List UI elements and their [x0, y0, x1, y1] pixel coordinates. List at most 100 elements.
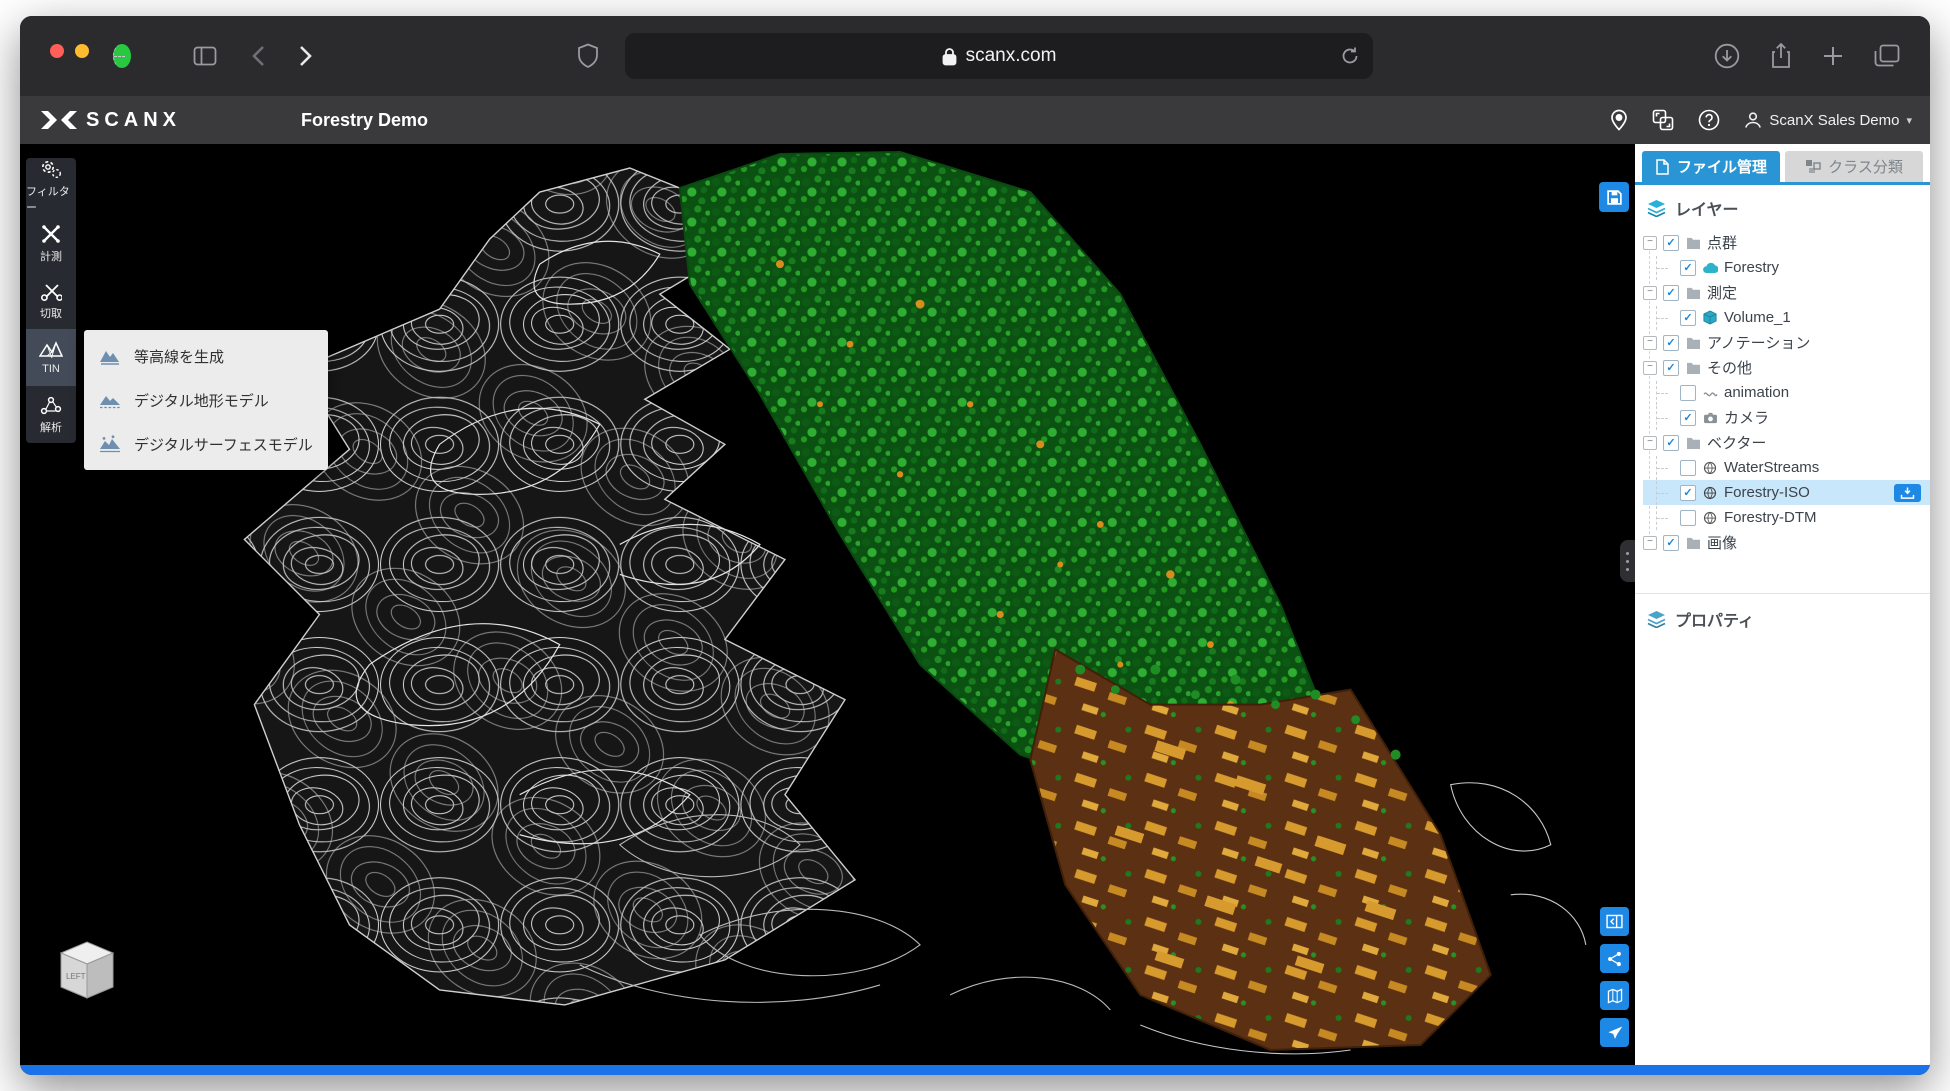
layer-checkbox[interactable] [1663, 335, 1679, 351]
layer-group-row[interactable]: − ベクター [1643, 430, 1930, 455]
menu-item-dtm[interactable]: デジタル地形モデル [84, 378, 328, 422]
menu-item-label: デジタル地形モデル [134, 390, 269, 411]
layer-label: Forestry [1724, 259, 1779, 276]
zoom-window-button[interactable] [113, 44, 131, 68]
map-button[interactable] [1600, 981, 1629, 1010]
3d-viewport[interactable]: フィルター 計測 切取 [20, 144, 1635, 1065]
fit-extent-button[interactable] [1600, 907, 1629, 936]
user-menu[interactable]: ScanX Sales Demo ▾ [1744, 111, 1912, 129]
layer-checkbox[interactable] [1680, 385, 1696, 401]
layers-section-header[interactable]: レイヤー [1635, 185, 1930, 228]
layer-checkbox[interactable] [1680, 510, 1696, 526]
minimize-window-button[interactable] [75, 44, 89, 58]
collapse-icon[interactable]: − [1643, 236, 1657, 250]
tree-connector [1656, 256, 1674, 280]
share-button[interactable] [1600, 944, 1629, 973]
folder-icon [1685, 336, 1701, 349]
sidebar-toggle-icon[interactable] [193, 46, 217, 66]
layer-checkbox[interactable] [1663, 235, 1679, 251]
analysis-icon [40, 395, 62, 415]
layer-group-row[interactable]: − 測定 [1643, 280, 1930, 305]
pointcloud-icon [1702, 262, 1718, 274]
layer-checkbox[interactable] [1680, 310, 1696, 326]
collapse-icon[interactable]: − [1643, 286, 1657, 300]
collapse-icon[interactable]: − [1643, 361, 1657, 375]
help-icon[interactable] [1698, 109, 1720, 131]
share-page-icon[interactable] [1770, 43, 1792, 69]
scanx-logo: SCANX [40, 108, 181, 132]
point-cloud-canvas[interactable] [20, 144, 1635, 1065]
animation-icon [1702, 387, 1718, 398]
layer-row[interactable]: WaterStreams [1643, 455, 1930, 480]
layer-row[interactable]: カメラ [1643, 405, 1930, 430]
layer-checkbox[interactable] [1680, 485, 1696, 501]
layer-group-row[interactable]: − その他 [1643, 355, 1930, 380]
menu-item-generate-contours[interactable]: 等高線を生成 [84, 334, 328, 378]
layer-checkbox[interactable] [1663, 535, 1679, 551]
back-button[interactable] [251, 45, 265, 67]
folder-icon [1685, 286, 1701, 299]
properties-icon [1647, 610, 1666, 628]
address-bar[interactable]: scanx.com [625, 33, 1373, 79]
layer-row[interactable]: Volume_1 [1643, 305, 1930, 330]
privacy-shield-icon[interactable] [577, 43, 599, 69]
layer-label: Forestry-DTM [1724, 509, 1817, 526]
tin-flyout-menu: 等高線を生成 デジタル地形モデル デジタルサーフェスモデル [84, 330, 328, 470]
reload-icon[interactable] [1340, 46, 1360, 66]
tree-connector [1656, 456, 1674, 480]
collapse-icon[interactable]: − [1643, 336, 1657, 350]
share-nodes-icon [1607, 951, 1622, 967]
layer-checkbox[interactable] [1663, 360, 1679, 376]
plane-icon [1607, 1025, 1623, 1041]
layer-checkbox[interactable] [1663, 435, 1679, 451]
cube-face-label: LEFT [66, 972, 86, 981]
layer-checkbox[interactable] [1680, 260, 1696, 276]
layer-group-row[interactable]: − アノテーション [1643, 330, 1930, 355]
navigation-cube[interactable]: LEFT [56, 937, 118, 1005]
flight-view-button[interactable] [1600, 1018, 1629, 1047]
tab-classification[interactable]: クラス分類 [1785, 151, 1923, 182]
layer-label: 点群 [1707, 232, 1737, 253]
tool-clip[interactable]: 切取 [26, 272, 76, 329]
tool-analysis[interactable]: 解析 [26, 386, 76, 443]
layer-checkbox[interactable] [1680, 460, 1696, 476]
tab-label: ファイル管理 [1677, 156, 1767, 177]
save-view-button[interactable] [1599, 182, 1629, 212]
collapse-icon[interactable]: − [1643, 536, 1657, 550]
layer-row[interactable]: animation [1643, 380, 1930, 405]
tab-file-management[interactable]: ファイル管理 [1642, 151, 1780, 182]
layer-group-row[interactable]: − 画像 [1643, 530, 1930, 555]
tool-filter[interactable]: フィルター [26, 158, 76, 215]
volume-cube-icon [1702, 310, 1718, 325]
layer-row[interactable]: Forestry-DTM [1643, 505, 1930, 530]
layers-icon [1647, 199, 1666, 217]
tab-overview-icon[interactable] [1874, 44, 1900, 68]
layer-row-forestry-iso[interactable]: Forestry-ISO [1643, 480, 1930, 505]
folder-icon [1685, 536, 1701, 549]
save-icon [1606, 189, 1623, 206]
properties-section-header[interactable]: プロパティ [1635, 593, 1930, 639]
layer-label: animation [1724, 384, 1789, 401]
close-window-button[interactable] [50, 44, 64, 58]
forward-button[interactable] [299, 45, 313, 67]
tin-mesh-icon [39, 341, 63, 359]
coordinate-transform-icon[interactable] [1652, 109, 1674, 131]
vector-globe-icon [1702, 486, 1718, 500]
location-icon[interactable] [1610, 109, 1628, 131]
layer-download-button[interactable] [1894, 484, 1921, 502]
lock-icon [942, 47, 957, 66]
browser-window: scanx.com [20, 16, 1930, 1075]
layer-checkbox[interactable] [1680, 410, 1696, 426]
menu-item-dsm[interactable]: デジタルサーフェスモデル [84, 422, 328, 466]
layer-checkbox[interactable] [1663, 285, 1679, 301]
tool-tin[interactable]: TIN [26, 329, 76, 386]
panel-resize-handle[interactable] [1620, 540, 1635, 582]
classification-icon [1805, 159, 1821, 174]
collapse-icon[interactable]: − [1643, 436, 1657, 450]
layer-row[interactable]: Forestry [1643, 255, 1930, 280]
menu-item-label: デジタルサーフェスモデル [134, 434, 313, 455]
new-tab-icon[interactable] [1822, 45, 1844, 67]
layer-group-row[interactable]: − 点群 [1643, 230, 1930, 255]
tool-measure[interactable]: 計測 [26, 215, 76, 272]
downloads-icon[interactable] [1714, 43, 1740, 69]
